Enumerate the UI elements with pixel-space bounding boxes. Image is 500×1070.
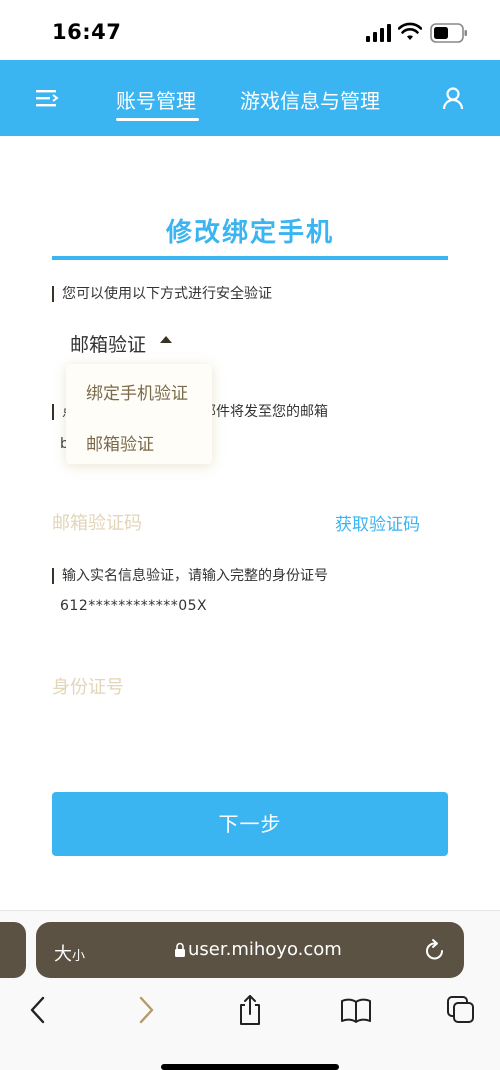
text-size-small: 小 [72, 949, 86, 964]
back-icon[interactable] [28, 994, 48, 1026]
text-size-button[interactable]: 大小 [54, 940, 85, 966]
email-code-input[interactable] [52, 508, 312, 538]
dropdown-option-phone[interactable]: 绑定手机验证 [86, 379, 188, 404]
id-number-masked: 612************05X [60, 598, 208, 614]
verify-method-select[interactable]: 邮箱验证 [70, 330, 146, 357]
status-time: 16:47 [52, 20, 122, 44]
verify-method-dropdown: 绑定手机验证 邮箱验证 [66, 364, 212, 464]
battery-icon [430, 23, 467, 43]
lock-icon [175, 942, 185, 957]
dropdown-option-email[interactable]: 邮箱验证 [86, 430, 154, 455]
top-nav-bar: 账号管理 游戏信息与管理 [0, 60, 500, 136]
previous-tab-peek[interactable] [0, 922, 26, 978]
share-icon[interactable] [236, 994, 264, 1026]
url-text[interactable]: user.mihoyo.com [188, 939, 342, 960]
get-code-button[interactable]: 获取验证码 [335, 510, 420, 535]
id-prompt-label: 输入实名信息验证，请输入完整的身份证号 [52, 568, 328, 584]
reload-icon[interactable] [424, 938, 446, 962]
tab-account-management[interactable]: 账号管理 [116, 85, 196, 114]
home-indicator [161, 1064, 339, 1070]
cellular-signal-icon [366, 24, 391, 42]
bookmarks-icon[interactable] [340, 994, 372, 1026]
caret-up-icon[interactable] [160, 336, 172, 343]
menu-icon[interactable] [34, 86, 60, 110]
tabs-icon[interactable] [446, 994, 476, 1026]
tab-game-info[interactable]: 游戏信息与管理 [240, 85, 380, 114]
title-underline [52, 256, 448, 260]
id-number-input[interactable] [52, 672, 442, 702]
status-bar: 16:47 [0, 0, 500, 60]
wifi-icon [398, 22, 422, 40]
text-size-large: 大 [54, 944, 72, 965]
verify-intro-label: 您可以使用以下方式进行安全验证 [52, 286, 272, 302]
forward-icon[interactable] [136, 994, 156, 1026]
next-step-button[interactable]: 下一步 [52, 792, 448, 856]
user-icon[interactable] [442, 86, 464, 110]
active-tab-indicator [116, 118, 199, 121]
page-title: 修改绑定手机 [165, 218, 334, 248]
